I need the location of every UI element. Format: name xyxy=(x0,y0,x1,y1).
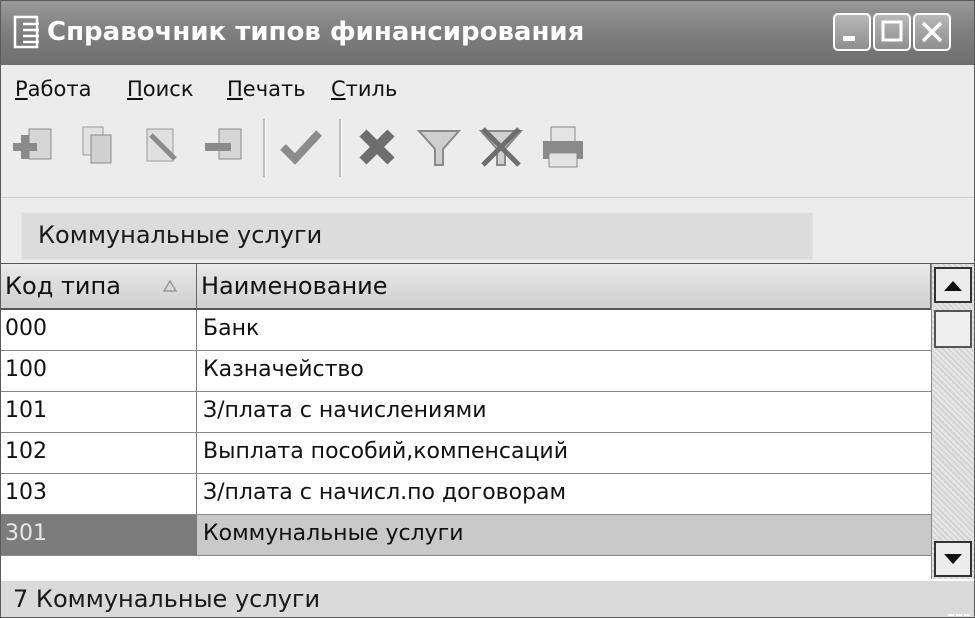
toolbar-separator xyxy=(339,119,342,177)
cell-name: Коммунальные услуги xyxy=(197,515,931,555)
arrow-up-icon xyxy=(944,281,962,291)
menu-search[interactable]: Поиск xyxy=(127,77,194,101)
cell-code: 101 xyxy=(1,392,197,432)
edit-button[interactable] xyxy=(137,121,185,175)
status-text: 7 Коммунальные услуги xyxy=(13,585,321,613)
cell-name: Банк xyxy=(203,316,260,341)
filter-field[interactable]: Коммунальные услуги xyxy=(21,212,813,260)
menu-bar: Работа Поиск Печать Стиль xyxy=(1,65,974,109)
table-row-selected[interactable]: 301 Коммунальные услуги xyxy=(1,515,931,556)
table-row[interactable]: 102 Выплата пособий,компенсаций xyxy=(1,433,931,474)
column-header-name[interactable]: Наименование xyxy=(197,264,931,310)
table-body: 000 Банк 100 Казначейство 101 З/плата с … xyxy=(1,310,931,556)
status-bar: 7 Коммунальные услуги xyxy=(1,579,974,617)
copy-button[interactable] xyxy=(73,121,121,175)
table-row[interactable]: 100 Казначейство xyxy=(1,351,931,392)
table-row[interactable]: 101 З/плата с начислениями xyxy=(1,392,931,433)
close-button[interactable] xyxy=(913,13,951,51)
add-button[interactable] xyxy=(9,121,57,175)
add-icon xyxy=(13,128,52,160)
toolbar xyxy=(1,109,974,189)
print-button[interactable] xyxy=(539,121,587,175)
cancel-x-icon xyxy=(359,129,395,165)
clear-filter-button[interactable] xyxy=(477,121,525,175)
delete-icon xyxy=(205,128,242,160)
table-row[interactable]: 000 Банк xyxy=(1,310,931,351)
filter-icon xyxy=(416,130,462,166)
cell-name: Казначейство xyxy=(203,357,364,382)
document-icon xyxy=(13,15,39,49)
toolbar-separator xyxy=(263,119,266,177)
scroll-thumb[interactable] xyxy=(934,310,972,348)
menu-print[interactable]: Печать xyxy=(227,77,306,101)
sort-ascending-icon xyxy=(163,280,177,292)
minimize-icon xyxy=(843,36,855,41)
clear-filter-icon xyxy=(478,127,524,167)
filter-value: Коммунальные услуги xyxy=(38,221,323,249)
cell-name: Выплата пособий,компенсаций xyxy=(203,439,569,464)
arrow-down-icon xyxy=(944,554,962,564)
app-window: Справочник типов финансирования Работа П… xyxy=(0,0,975,618)
close-icon xyxy=(921,21,943,43)
copy-icon xyxy=(82,126,112,164)
cell-code: 100 xyxy=(1,351,197,391)
resize-grip-icon[interactable] xyxy=(944,607,972,617)
minimize-button[interactable] xyxy=(833,13,871,51)
filter-panel: Коммунальные услуги xyxy=(1,197,974,266)
cell-code: 000 xyxy=(1,310,197,350)
maximize-icon xyxy=(881,20,903,42)
cell-code: 102 xyxy=(1,433,197,473)
filter-button[interactable] xyxy=(415,121,463,175)
confirm-button[interactable] xyxy=(277,121,325,175)
scroll-down-button[interactable] xyxy=(934,541,972,577)
cell-code: 301 xyxy=(1,515,197,555)
menu-style[interactable]: Стиль xyxy=(331,77,397,101)
scroll-up-button[interactable] xyxy=(934,267,972,303)
cancel-button[interactable] xyxy=(353,121,401,175)
cell-code: 103 xyxy=(1,474,197,514)
maximize-button[interactable] xyxy=(873,13,911,51)
column-header-code[interactable]: Код типа xyxy=(1,264,197,310)
cell-name: З/плата с начисл.по договорам xyxy=(203,480,567,505)
print-icon xyxy=(543,126,583,168)
menu-work[interactable]: Работа xyxy=(15,77,91,101)
delete-button[interactable] xyxy=(201,121,249,175)
vertical-scrollbar[interactable] xyxy=(931,264,974,580)
table-row[interactable]: 103 З/плата с начисл.по договорам xyxy=(1,474,931,515)
window-title: Справочник типов финансирования xyxy=(47,17,585,47)
title-bar[interactable]: Справочник типов финансирования xyxy=(1,1,974,65)
data-grid: Код типа Наименование 000 Банк 100 Казна… xyxy=(1,263,974,580)
cell-name: З/плата с начислениями xyxy=(203,398,487,423)
checkmark-icon xyxy=(280,130,322,165)
edit-icon xyxy=(146,128,177,162)
